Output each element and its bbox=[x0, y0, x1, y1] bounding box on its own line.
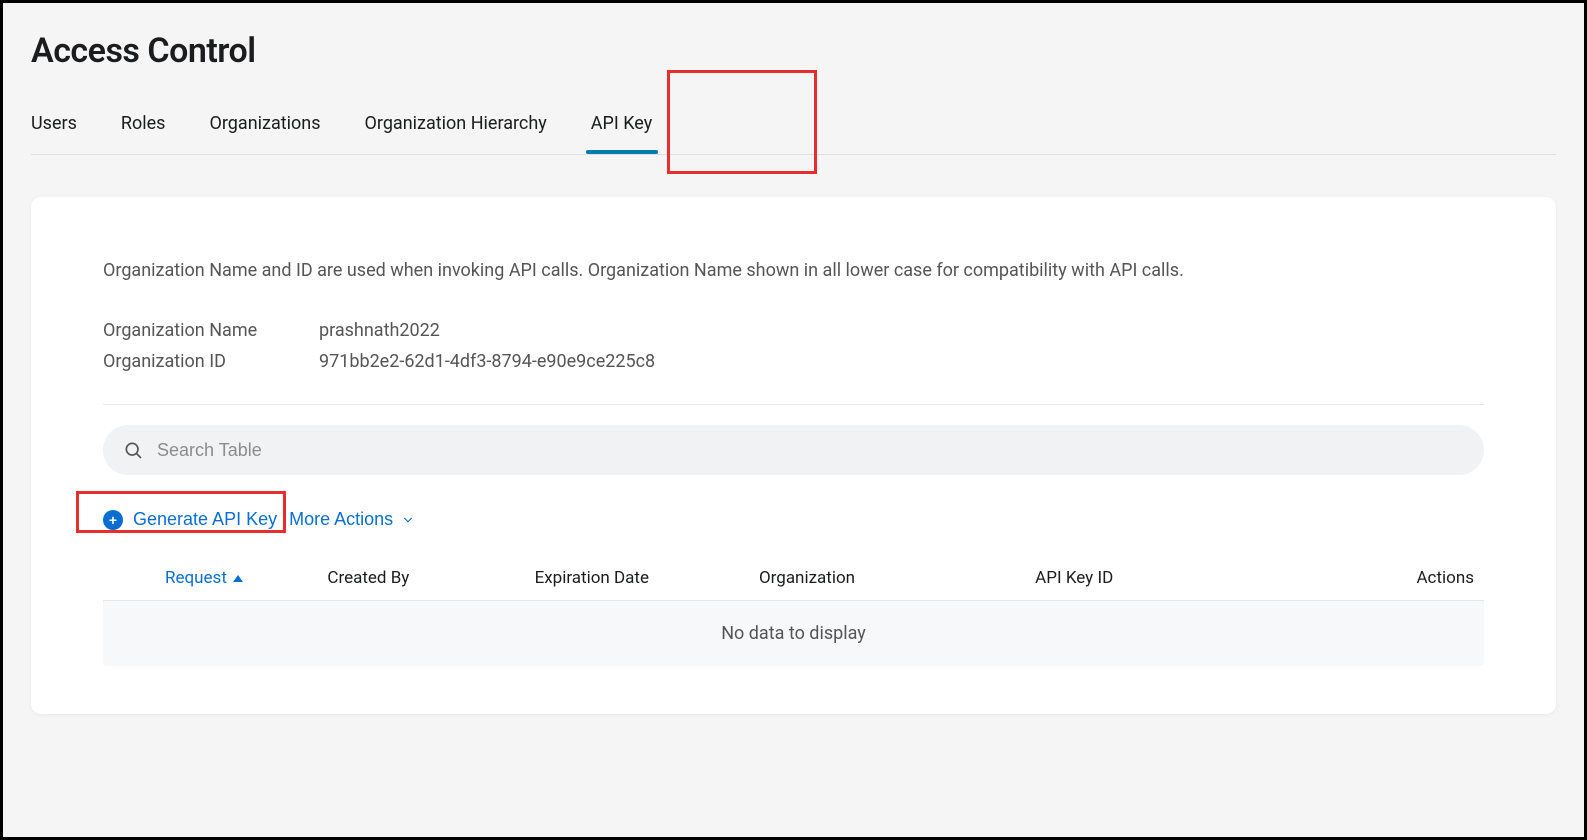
tab-organization-hierarchy[interactable]: Organization Hierarchy bbox=[365, 107, 547, 154]
tab-bar: Users Roles Organizations Organization H… bbox=[31, 107, 1556, 155]
divider bbox=[103, 404, 1484, 405]
search-input[interactable] bbox=[157, 440, 1464, 461]
table-empty-state: No data to display bbox=[103, 601, 1484, 666]
table-header: Request Created By Expiration Date Organ… bbox=[103, 556, 1484, 601]
generate-api-key-button[interactable]: + Generate API Key bbox=[103, 505, 277, 534]
col-api-key-id[interactable]: API Key ID bbox=[1035, 568, 1311, 588]
panel-description: Organization Name and ID are used when i… bbox=[103, 257, 1484, 284]
api-key-panel: Organization Name and ID are used when i… bbox=[31, 197, 1556, 714]
annotation-highlight-tab bbox=[667, 70, 817, 174]
col-request-label: Request bbox=[165, 568, 227, 588]
action-row: + Generate API Key More Actions bbox=[103, 505, 1484, 534]
chevron-down-icon bbox=[401, 513, 415, 527]
org-id-value: 971bb2e2-62d1-4df3-8794-e90e9ce225c8 bbox=[319, 351, 655, 372]
tab-organizations[interactable]: Organizations bbox=[209, 107, 320, 154]
col-created-by[interactable]: Created By bbox=[327, 568, 534, 588]
tab-users[interactable]: Users bbox=[31, 107, 77, 154]
org-name-label: Organization Name bbox=[103, 320, 319, 341]
more-actions-label: More Actions bbox=[289, 509, 393, 530]
col-request[interactable]: Request bbox=[103, 568, 327, 588]
sort-ascending-icon bbox=[233, 575, 243, 582]
more-actions-button[interactable]: More Actions bbox=[289, 505, 415, 534]
org-name-value: prashnath2022 bbox=[319, 320, 440, 341]
tab-roles[interactable]: Roles bbox=[121, 107, 166, 154]
plus-circle-icon: + bbox=[103, 510, 123, 530]
col-organization[interactable]: Organization bbox=[759, 568, 1035, 588]
col-expiration-date[interactable]: Expiration Date bbox=[535, 568, 759, 588]
search-container bbox=[103, 425, 1484, 475]
generate-api-key-label: Generate API Key bbox=[133, 509, 277, 530]
tab-api-key[interactable]: API Key bbox=[591, 107, 652, 154]
col-actions: Actions bbox=[1311, 568, 1484, 588]
org-id-row: Organization ID 971bb2e2-62d1-4df3-8794-… bbox=[103, 351, 1484, 372]
search-icon bbox=[123, 440, 143, 460]
org-name-row: Organization Name prashnath2022 bbox=[103, 320, 1484, 341]
org-id-label: Organization ID bbox=[103, 351, 319, 372]
page-title: Access Control bbox=[31, 31, 1556, 71]
api-key-table: Request Created By Expiration Date Organ… bbox=[103, 556, 1484, 666]
